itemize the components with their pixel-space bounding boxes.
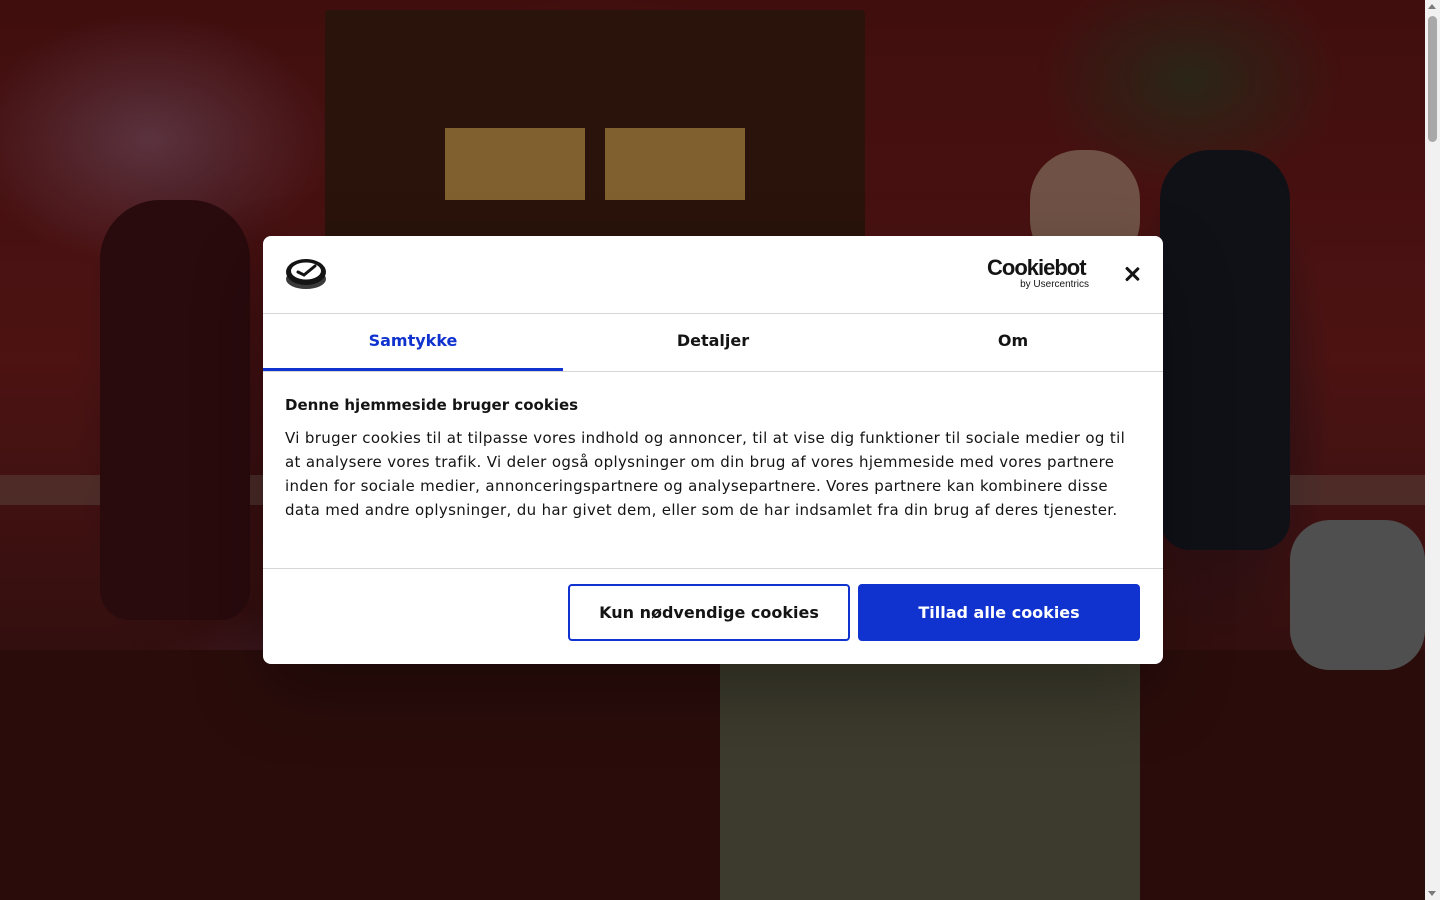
cookie-consent-dialog: Cookiebot by Usercentrics Samtykke Detal… [263,236,1163,664]
dialog-tabs: Samtykke Detaljer Om [263,314,1163,372]
allow-all-cookies-button[interactable]: Tillad alle cookies [858,584,1140,641]
dialog-footer: Kun nødvendige cookies Tillad alle cooki… [263,569,1163,663]
close-icon[interactable] [1119,261,1145,287]
dialog-description: Vi bruger cookies til at tilpasse vores … [285,429,1126,519]
tab-detaljer[interactable]: Detaljer [563,314,863,371]
scroll-up-arrow-icon[interactable] [1428,4,1436,9]
cookiebot-brand[interactable]: Cookiebot by Usercentrics [987,255,1089,291]
scroll-down-arrow-icon[interactable] [1428,891,1436,896]
dialog-header: Cookiebot by Usercentrics [263,236,1163,314]
site-logo-icon [286,259,326,289]
page-scrollbar[interactable] [1425,0,1440,900]
dialog-heading: Denne hjemmeside bruger cookies [285,396,579,414]
scroll-thumb[interactable] [1428,16,1437,142]
dialog-body: Denne hjemmeside bruger cookies Vi bruge… [263,372,1163,569]
cookiebot-brand-sub: by Usercentrics [1020,279,1089,290]
cookiebot-brand-name: Cookiebot [987,255,1087,280]
tab-om[interactable]: Om [863,314,1163,371]
only-necessary-cookies-button[interactable]: Kun nødvendige cookies [568,584,850,641]
tab-samtykke[interactable]: Samtykke [263,314,563,371]
